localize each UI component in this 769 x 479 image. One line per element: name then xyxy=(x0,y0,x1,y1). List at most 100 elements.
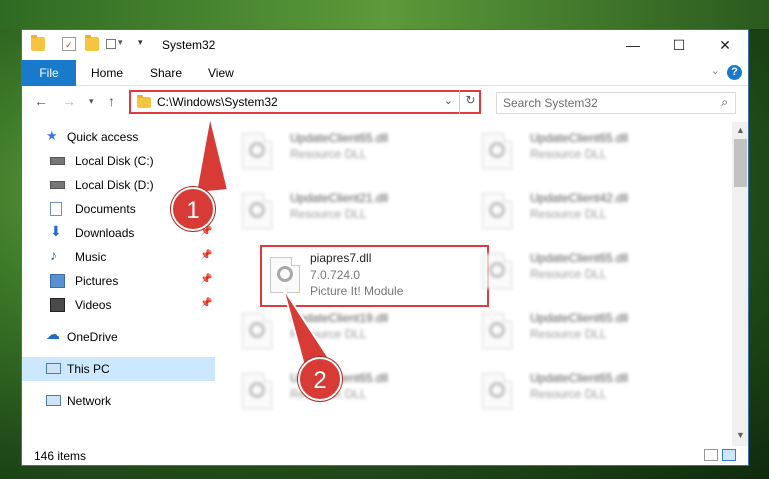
star-icon: ★ xyxy=(46,128,58,143)
item-count: 146 items xyxy=(34,449,87,463)
sidebar-item-label: Network xyxy=(67,394,112,408)
pin-icon[interactable]: 📌 xyxy=(200,298,212,309)
sidebar-item-onedrive[interactable]: ☁ OneDrive xyxy=(22,325,215,349)
gear-icon xyxy=(249,382,265,398)
file-name: UpdateClient65.dll xyxy=(530,311,629,325)
up-arrow-icon[interactable]: ↑ xyxy=(108,93,115,109)
navigation-pane: ★ Quick access Local Disk (C:) 📌 Local D… xyxy=(22,125,215,445)
sidebar-item-label: Pictures xyxy=(75,274,119,288)
gear-icon xyxy=(277,266,293,282)
sidebar-item-pictures[interactable]: Pictures 📌 xyxy=(22,269,215,293)
folder-icon xyxy=(137,95,151,108)
scroll-thumb[interactable] xyxy=(734,139,747,187)
file-explorer-window: ✓ ▾ ▾ System32 — ☐ ✕ File Home Share Vie… xyxy=(21,29,749,466)
status-bar: 146 items xyxy=(22,445,748,465)
file-description: Resource DLL xyxy=(530,387,607,401)
file-item[interactable]: UpdateClient65.dll Resource DLL xyxy=(462,245,687,301)
pin-icon[interactable]: 📌 xyxy=(200,178,212,189)
downloads-icon: ⬇ xyxy=(50,223,62,239)
gear-icon xyxy=(489,322,505,338)
refresh-icon: ↻ xyxy=(465,93,476,107)
file-description: Picture It! Module xyxy=(310,284,404,298)
callout-badge-1: 1 xyxy=(171,187,215,231)
search-icon: ⌕ xyxy=(721,95,728,109)
chevron-down-icon[interactable]: ▾ xyxy=(138,37,152,51)
pin-icon[interactable]: 📌 xyxy=(200,250,212,261)
vertical-scrollbar[interactable]: ▲ ▼ xyxy=(732,122,748,446)
chevron-down-icon[interactable]: ⌄ xyxy=(444,94,453,107)
help-icon[interactable]: ? xyxy=(727,65,742,80)
sidebar-item-music[interactable]: ♪ Music 📌 xyxy=(22,245,215,269)
scroll-up-icon[interactable]: ▲ xyxy=(736,125,745,135)
address-bar[interactable]: C:\Windows\System32 ⌄ xyxy=(129,90,481,114)
navigation-bar: ← → ▾ ↑ C:\Windows\System32 ⌄ ↻ Search S… xyxy=(22,87,748,117)
file-name: UpdateClient42.dll xyxy=(530,191,629,205)
file-item-piapres7[interactable]: piapres7.dll 7.0.724.0 Picture It! Modul… xyxy=(260,245,489,307)
documents-icon xyxy=(50,202,62,216)
file-item[interactable]: UpdateClient19.dll Resource DLL xyxy=(222,305,447,361)
file-item[interactable]: UpdateClient65.dll Resource DLL xyxy=(462,125,687,181)
search-input[interactable]: Search System32 ⌕ xyxy=(496,92,736,114)
file-list: UpdateClient65.dll Resource DLL UpdateCl… xyxy=(222,125,732,445)
tab-share[interactable]: Share xyxy=(150,60,182,86)
sidebar-item-label: Documents xyxy=(75,202,136,216)
window-title: System32 xyxy=(162,38,216,52)
gear-icon xyxy=(489,202,505,218)
forward-arrow-icon[interactable]: → xyxy=(62,93,76,109)
network-icon xyxy=(46,395,61,406)
gear-icon xyxy=(489,142,505,158)
scroll-down-icon[interactable]: ▼ xyxy=(736,430,745,440)
sidebar-item-this-pc[interactable]: This PC xyxy=(22,357,215,381)
sidebar-item-quick-access[interactable]: ★ Quick access xyxy=(22,125,215,149)
tab-home[interactable]: Home xyxy=(91,60,123,86)
file-name: UpdateClient21.dll xyxy=(290,191,389,205)
recent-locations-icon[interactable]: ▾ xyxy=(89,96,94,107)
refresh-button[interactable]: ↻ xyxy=(459,90,481,114)
music-icon: ♪ xyxy=(50,247,57,263)
pictures-icon xyxy=(50,274,65,288)
file-item[interactable]: UpdateClient65.dll Resource DLL xyxy=(462,365,687,421)
folder-icon xyxy=(31,35,45,51)
close-button[interactable]: ✕ xyxy=(702,30,748,60)
file-item[interactable]: UpdateClient21.dll Resource DLL xyxy=(222,185,447,241)
customize-icon[interactable]: ▾ xyxy=(106,37,126,51)
sidebar-item-videos[interactable]: Videos 📌 xyxy=(22,293,215,317)
properties-icon[interactable]: ✓ xyxy=(62,37,76,51)
file-name: UpdateClient65.dll xyxy=(290,131,389,145)
file-item[interactable]: UpdateClient65.dll Resource DLL xyxy=(462,305,687,361)
details-view-icon[interactable] xyxy=(704,449,718,461)
videos-icon xyxy=(50,298,65,312)
pin-icon[interactable]: 📌 xyxy=(200,274,212,285)
maximize-button[interactable]: ☐ xyxy=(656,30,702,60)
minimize-button[interactable]: — xyxy=(610,30,656,60)
file-description: Resource DLL xyxy=(530,207,607,221)
desktop-wallpaper xyxy=(0,0,769,29)
sidebar-item-label: OneDrive xyxy=(67,330,118,344)
back-arrow-icon[interactable]: ← xyxy=(34,93,48,109)
file-description: Resource DLL xyxy=(290,327,367,341)
file-item[interactable]: UpdateClient65.dll Resource DLL xyxy=(222,125,447,181)
file-item[interactable]: UpdateClient42.dll Resource DLL xyxy=(462,185,687,241)
address-path: C:\Windows\System32 xyxy=(157,95,278,109)
gear-icon xyxy=(489,262,505,278)
tab-view[interactable]: View xyxy=(208,60,234,86)
sidebar-item-label: Quick access xyxy=(67,130,139,144)
file-name: piapres7.dll xyxy=(310,251,372,265)
sidebar-item-local-disk-c[interactable]: Local Disk (C:) 📌 xyxy=(22,149,215,173)
file-description: Resource DLL xyxy=(530,147,607,161)
search-placeholder: Search System32 xyxy=(503,96,598,110)
large-icons-view-icon[interactable] xyxy=(722,449,736,461)
file-description: Resource DLL xyxy=(290,147,367,161)
gear-icon xyxy=(489,382,505,398)
file-name: UpdateClient65.dll xyxy=(530,251,629,265)
pin-icon[interactable]: 📌 xyxy=(200,154,212,165)
expand-ribbon-icon[interactable]: ⌄ xyxy=(711,64,720,77)
gear-icon xyxy=(249,142,265,158)
sidebar-item-label: Downloads xyxy=(75,226,135,240)
new-folder-icon[interactable] xyxy=(85,35,99,51)
file-description: Resource DLL xyxy=(290,207,367,221)
file-name: UpdateClient19.dll xyxy=(290,311,389,325)
sidebar-item-network[interactable]: Network xyxy=(22,389,215,413)
sidebar-item-label: Local Disk (C:) xyxy=(75,154,154,168)
tab-file[interactable]: File xyxy=(22,60,76,86)
